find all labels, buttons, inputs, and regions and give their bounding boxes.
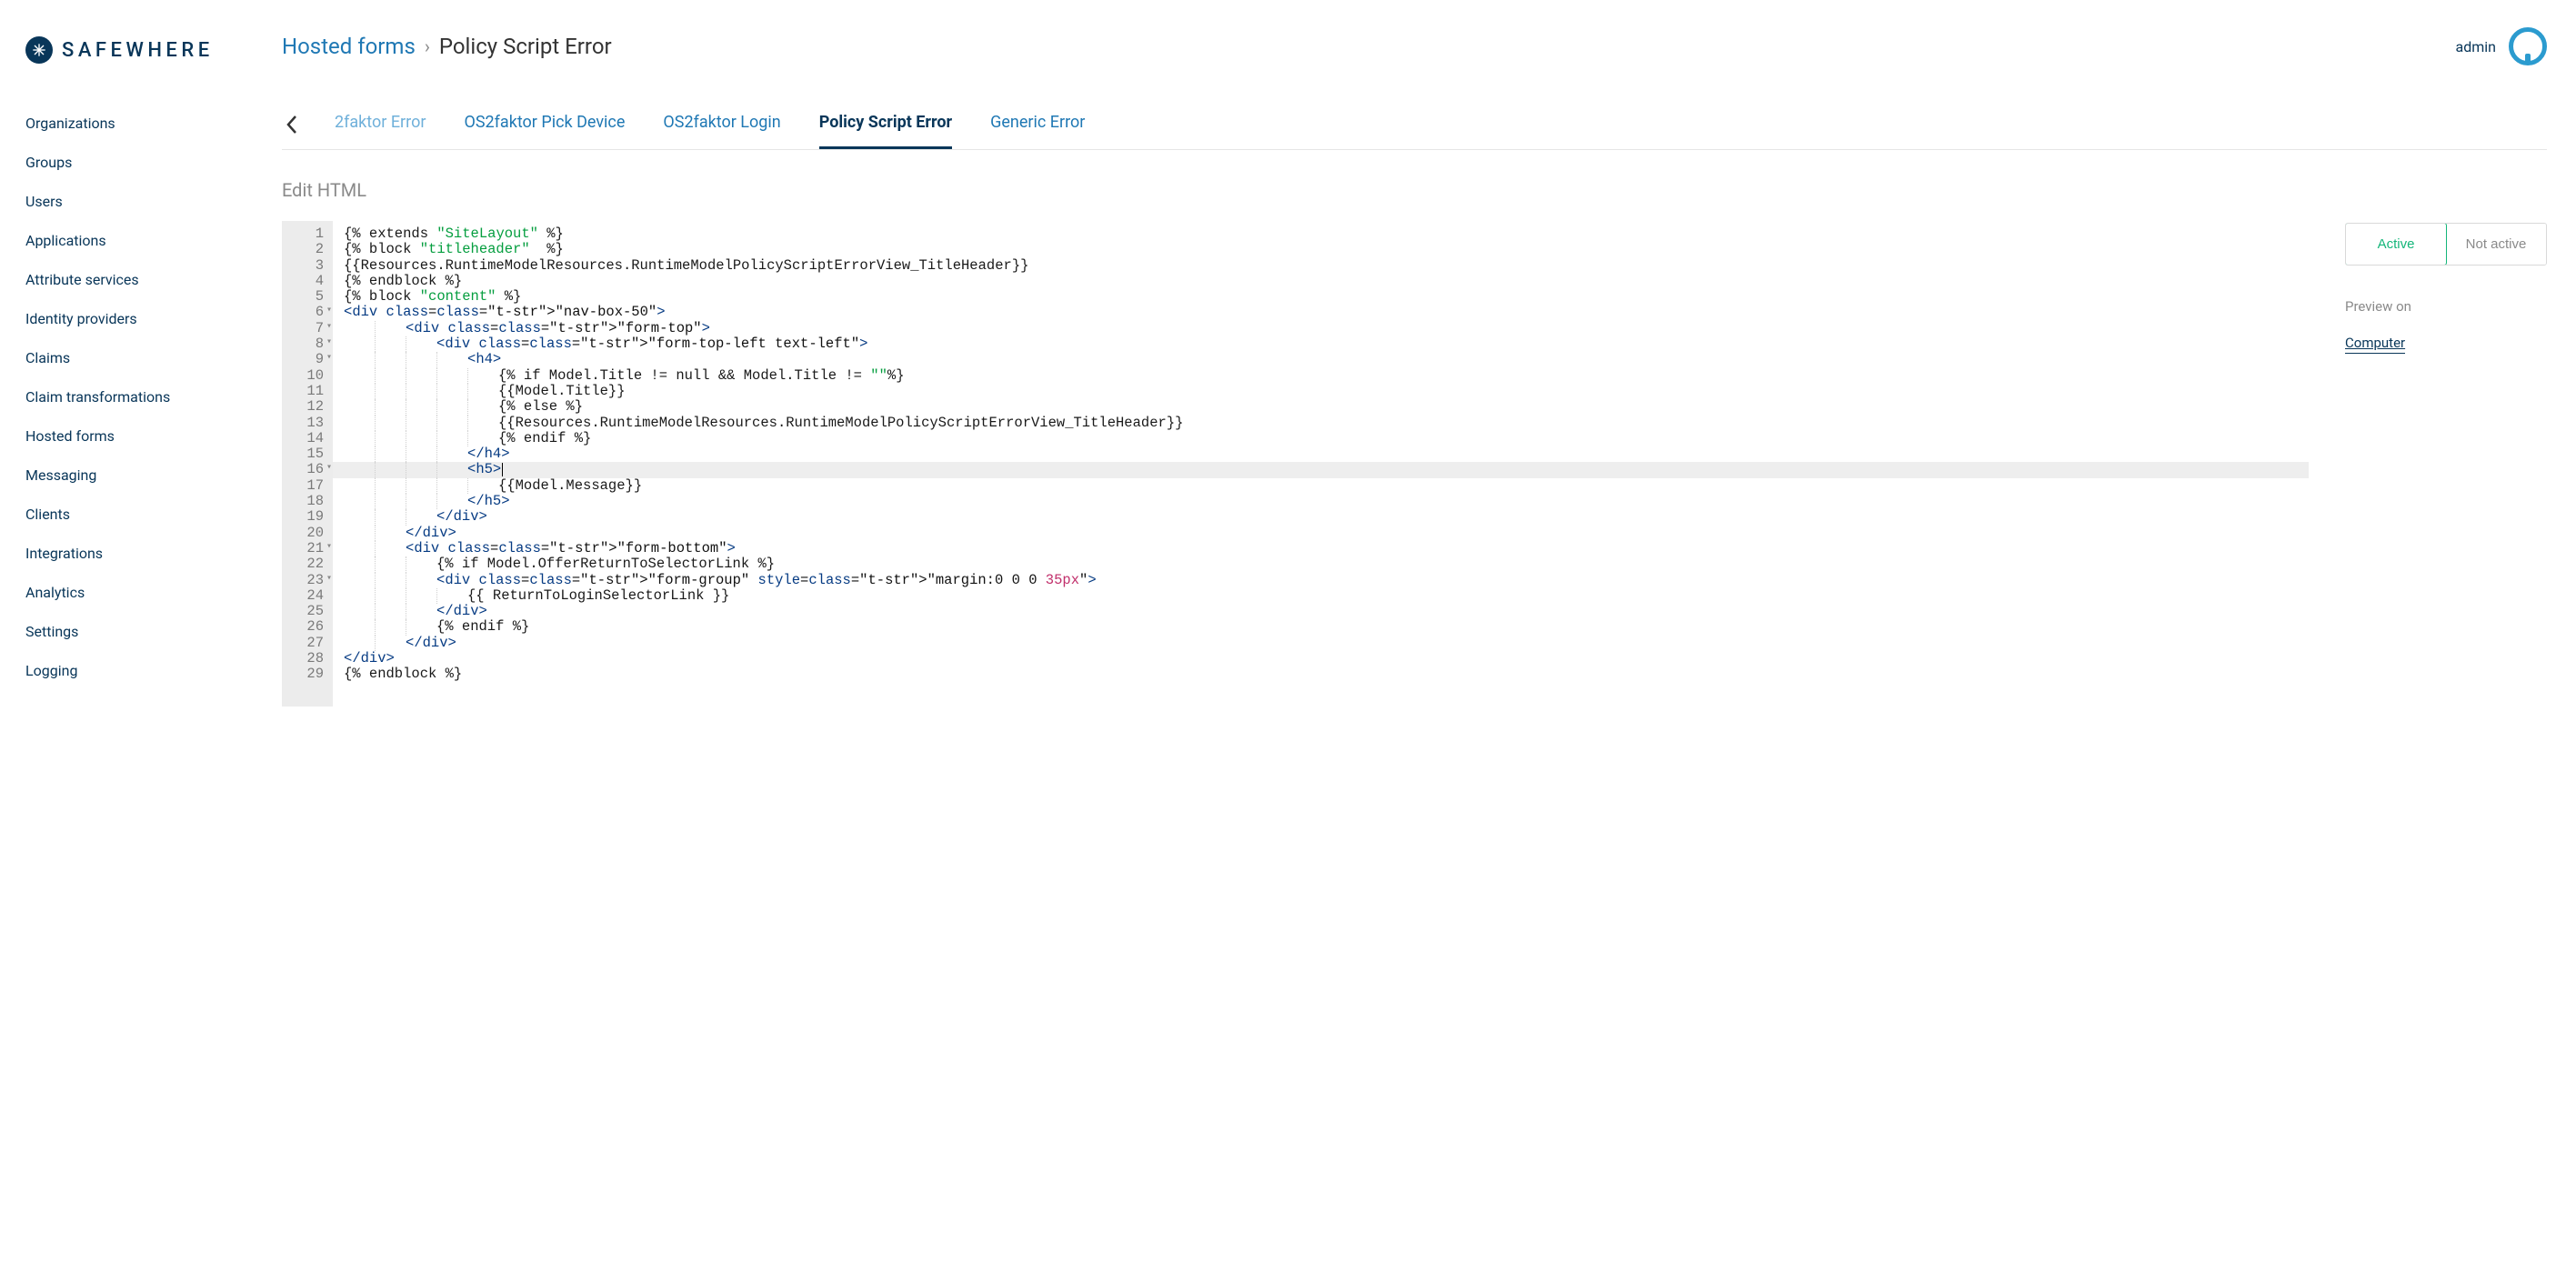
brand-name: SAFEWHERE	[62, 39, 214, 62]
sidebar-item-users[interactable]: Users	[25, 193, 246, 210]
editor-code[interactable]: {% extends "SiteLayout" %}{% block "titl…	[333, 221, 2309, 707]
sidebar: SAFEWHERE Organizations Groups Users App…	[0, 0, 246, 1283]
editor-gutter: 1234567891011121314151617181920212223242…	[282, 221, 333, 707]
sidebar-item-applications[interactable]: Applications	[25, 232, 246, 249]
user-name: admin	[2456, 38, 2496, 55]
section-title: Edit HTML	[282, 179, 2547, 201]
sidebar-nav: Organizations Groups Users Applications …	[25, 115, 246, 679]
sidebar-item-analytics[interactable]: Analytics	[25, 584, 246, 601]
preview-computer-link[interactable]: Computer	[2345, 335, 2405, 354]
main-content: Hosted forms › Policy Script Error admin…	[246, 0, 2576, 1283]
page-header: Hosted forms › Policy Script Error admin	[282, 27, 2547, 65]
breadcrumb-root[interactable]: Hosted forms	[282, 34, 416, 59]
sidebar-item-identity-providers[interactable]: Identity providers	[25, 310, 246, 327]
chevron-right-icon: ›	[425, 35, 430, 57]
sidebar-item-clients[interactable]: Clients	[25, 506, 246, 523]
toggle-not-active-button[interactable]: Not active	[2446, 224, 2546, 265]
tab-policy-script-error[interactable]: Policy Script Error	[819, 113, 952, 149]
sidebar-item-attribute-services[interactable]: Attribute services	[25, 271, 246, 288]
preview-label: Preview on	[2345, 298, 2547, 315]
power-icon	[2509, 27, 2547, 65]
user-menu[interactable]: admin	[2456, 27, 2547, 65]
chevron-left-icon[interactable]	[282, 115, 302, 147]
sidebar-item-organizations[interactable]: Organizations	[25, 115, 246, 132]
toggle-active-button[interactable]: Active	[2345, 223, 2447, 266]
sidebar-item-logging[interactable]: Logging	[25, 662, 246, 679]
tabs: 2faktor Error OS2faktor Pick Device OS2f…	[282, 113, 2547, 150]
brand-icon	[25, 36, 53, 64]
tab-os2faktor-pick-device[interactable]: OS2faktor Pick Device	[464, 113, 625, 149]
active-toggle: Active Not active	[2345, 223, 2547, 266]
sidebar-item-claim-transformations[interactable]: Claim transformations	[25, 388, 246, 406]
tab-2faktor-error[interactable]: 2faktor Error	[335, 113, 426, 149]
code-editor[interactable]: 1234567891011121314151617181920212223242…	[282, 221, 2309, 707]
sidebar-item-settings[interactable]: Settings	[25, 623, 246, 640]
tab-os2faktor-login[interactable]: OS2faktor Login	[663, 113, 780, 149]
breadcrumb: Hosted forms › Policy Script Error	[282, 34, 612, 59]
sidebar-item-claims[interactable]: Claims	[25, 349, 246, 366]
sidebar-item-messaging[interactable]: Messaging	[25, 466, 246, 484]
brand-logo[interactable]: SAFEWHERE	[25, 36, 246, 64]
sidebar-item-groups[interactable]: Groups	[25, 154, 246, 171]
breadcrumb-current: Policy Script Error	[439, 34, 612, 59]
tab-generic-error[interactable]: Generic Error	[990, 113, 1085, 149]
sidebar-item-hosted-forms[interactable]: Hosted forms	[25, 427, 246, 445]
sidebar-item-integrations[interactable]: Integrations	[25, 545, 246, 562]
right-rail: Active Not active Preview on Computer	[2345, 221, 2547, 354]
